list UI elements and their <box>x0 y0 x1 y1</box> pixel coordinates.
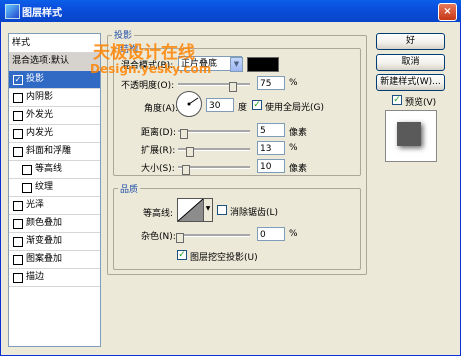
size-unit: 像素 <box>289 164 308 174</box>
preview-label: 预览(V) <box>405 98 437 108</box>
checkbox-color-overlay[interactable] <box>13 219 23 229</box>
checkbox-texture[interactable] <box>22 183 32 193</box>
chevron-down-icon[interactable]: ▼ <box>230 57 243 72</box>
checkbox-satin[interactable] <box>13 201 23 211</box>
checkbox-pattern-overlay[interactable] <box>13 255 23 265</box>
opacity-slider[interactable] <box>178 83 250 86</box>
angle-unit: 度 <box>238 103 248 113</box>
shadow-color-swatch[interactable] <box>247 57 279 72</box>
checkbox-drop-shadow[interactable]: ✓ <box>13 75 23 85</box>
sidebar-item-label: 混合选项:默认 <box>12 56 70 66</box>
sidebar-item-contour[interactable]: 等高线 <box>9 160 100 178</box>
spread-label: 扩展(R): <box>141 146 176 156</box>
global-light-label: 使用全局光(G) <box>265 103 324 113</box>
sidebar-item-bevel-emboss[interactable]: 斜面和浮雕 <box>9 142 100 160</box>
sidebar-item-label: 纹理 <box>35 182 54 192</box>
noise-input[interactable]: 0 <box>257 227 285 241</box>
opacity-unit: % <box>289 78 298 88</box>
sidebar-item-gradient-overlay[interactable]: 渐变叠加 <box>9 232 100 250</box>
spread-slider-thumb[interactable] <box>186 147 194 157</box>
contour-picker[interactable] <box>177 198 204 222</box>
checkbox-stroke[interactable] <box>13 273 23 283</box>
sidebar-item-pattern-overlay[interactable]: 图案叠加 <box>9 250 100 268</box>
sidebar-item-inner-glow[interactable]: 内发光 <box>9 124 100 142</box>
checkbox-gradient-overlay[interactable] <box>13 237 23 247</box>
sidebar-item-label: 图案叠加 <box>26 254 63 264</box>
noise-unit: % <box>289 229 298 239</box>
sidebar-item-inner-shadow[interactable]: 内阴影 <box>9 88 100 106</box>
distance-slider[interactable] <box>178 130 250 133</box>
knockout-label: 图层挖空投影(U) <box>190 253 258 263</box>
sidebar-item-label: 描边 <box>26 272 45 282</box>
sidebar-item-blending-options[interactable]: 混合选项:默认 <box>9 52 100 70</box>
close-button[interactable]: × <box>438 3 457 21</box>
distance-slider-thumb[interactable] <box>180 129 188 139</box>
angle-dial[interactable] <box>176 91 202 117</box>
app-icon <box>5 4 20 19</box>
sidebar-item-drop-shadow[interactable]: ✓ 投影 <box>9 70 100 88</box>
size-label: 大小(S): <box>141 164 175 174</box>
contour-dropdown-icon[interactable]: ▼ <box>203 198 213 222</box>
checkbox-outer-glow[interactable] <box>13 111 23 121</box>
sidebar-item-label: 光泽 <box>26 200 45 210</box>
distance-label: 距离(D): <box>141 128 176 138</box>
contour-label: 等高线: <box>143 209 174 219</box>
sidebar-item-outer-glow[interactable]: 外发光 <box>9 106 100 124</box>
cancel-button[interactable]: 取消 <box>376 54 445 71</box>
sidebar-item-label: 外发光 <box>26 110 54 120</box>
sidebar-item-label: 颜色叠加 <box>26 218 63 228</box>
ok-button[interactable]: 好 <box>376 33 445 50</box>
size-input[interactable]: 10 <box>257 159 285 173</box>
antialias-label: 消除锯齿(L) <box>230 208 279 218</box>
spread-unit: % <box>289 143 298 153</box>
watermark-url: Design.yesky.com <box>90 62 212 76</box>
opacity-slider-thumb[interactable] <box>229 82 237 92</box>
checkbox-inner-shadow[interactable] <box>13 93 23 103</box>
new-style-button[interactable]: 新建样式(W)... <box>376 74 445 91</box>
sidebar-item-label: 斜面和浮雕 <box>26 146 72 156</box>
sidebar-item-texture[interactable]: 纹理 <box>9 178 100 196</box>
checkbox-bevel-emboss[interactable] <box>13 147 23 157</box>
sidebar-item-color-overlay[interactable]: 颜色叠加 <box>9 214 100 232</box>
style-list: 样式 混合选项:默认 ✓ 投影 内阴影 外发光 内发光 斜面和浮雕 等高线 纹理… <box>8 33 101 347</box>
sidebar-item-label: 内阴影 <box>26 92 54 102</box>
preview-shape <box>397 122 421 146</box>
distance-unit: 像素 <box>289 128 308 138</box>
sidebar-item-label: 渐变叠加 <box>26 236 63 246</box>
size-slider-thumb[interactable] <box>182 165 190 175</box>
sidebar-item-label: 等高线 <box>35 164 63 174</box>
global-light-checkbox[interactable]: ✓ <box>252 100 262 110</box>
preview-thumbnail <box>385 110 437 162</box>
distance-input[interactable]: 5 <box>257 123 285 137</box>
sidebar-item-label: 投影 <box>26 74 45 84</box>
spread-input[interactable]: 13 <box>257 141 285 155</box>
antialias-checkbox[interactable] <box>217 205 227 215</box>
angle-label: 角度(A): <box>144 104 179 114</box>
style-list-header-label: 样式 <box>12 38 31 48</box>
style-list-header: 样式 <box>9 34 100 52</box>
window-title: 图层样式 <box>22 8 62 19</box>
sidebar-item-stroke[interactable]: 描边 <box>9 268 100 287</box>
sidebar-item-satin[interactable]: 光泽 <box>9 196 100 214</box>
title-bar[interactable] <box>0 0 461 22</box>
knockout-checkbox[interactable]: ✓ <box>177 250 187 260</box>
watermark-title: 天极设计在线 <box>93 43 195 63</box>
opacity-input[interactable]: 75 <box>257 76 285 90</box>
noise-slider[interactable] <box>178 234 250 237</box>
noise-label: 杂色(N): <box>141 232 176 242</box>
checkbox-contour[interactable] <box>22 165 32 175</box>
preview-checkbox[interactable]: ✓ <box>392 95 402 105</box>
checkbox-inner-glow[interactable] <box>13 129 23 139</box>
noise-slider-thumb[interactable] <box>176 233 184 243</box>
opacity-label: 不透明度(O): <box>121 81 175 91</box>
quality-group-title: 品质 <box>118 182 141 195</box>
angle-input[interactable]: 30 <box>206 98 234 112</box>
sidebar-item-label: 内发光 <box>26 128 54 138</box>
